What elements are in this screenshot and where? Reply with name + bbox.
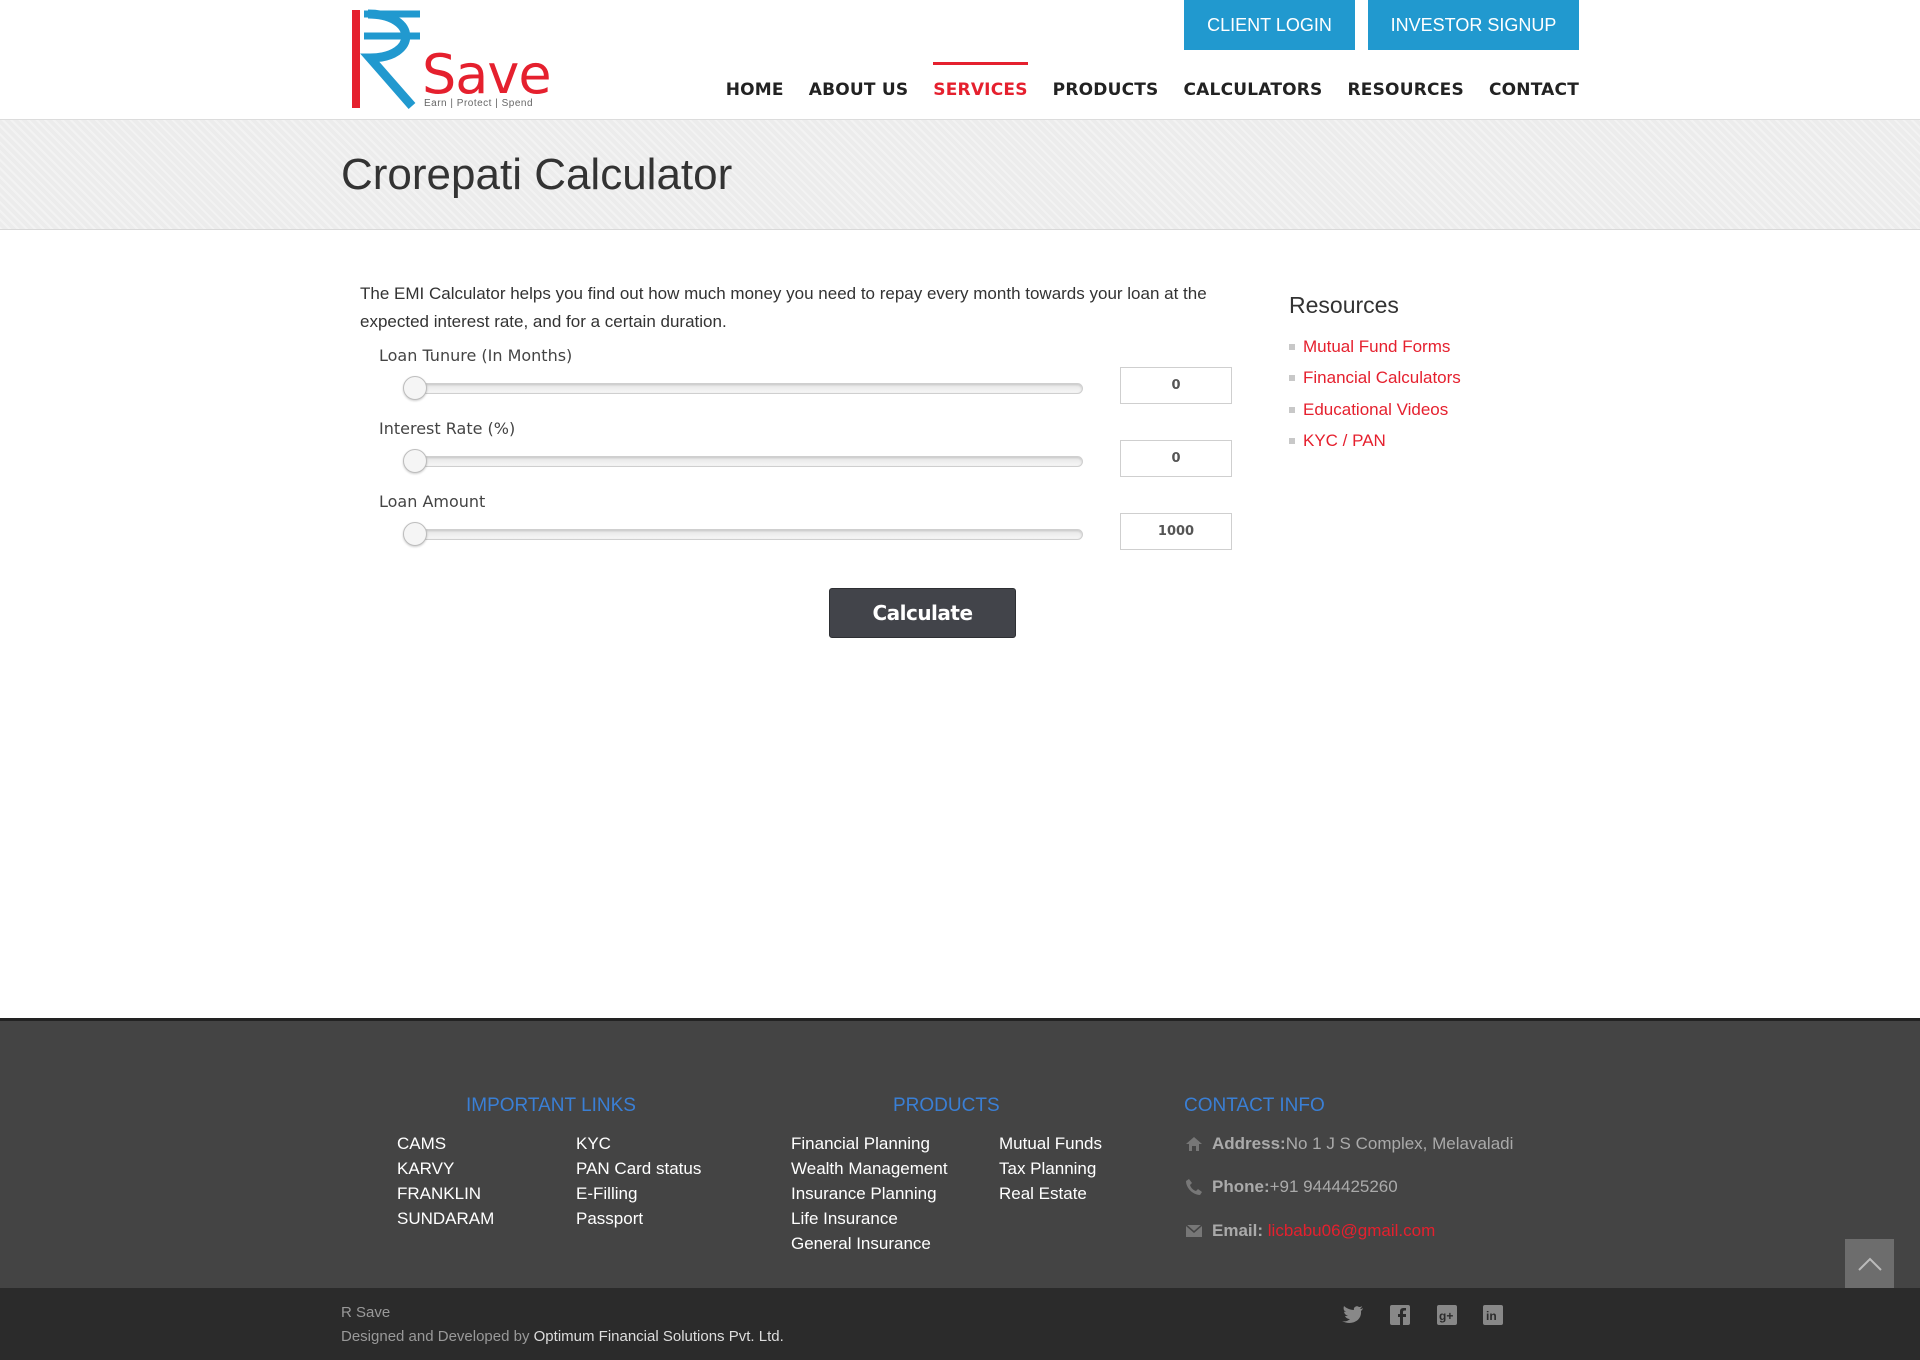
nav-about-us[interactable]: ABOUT US (809, 62, 909, 118)
designed-by-text: Designed and Developed by Optimum Financ… (341, 1328, 784, 1345)
interest-rate-input[interactable] (1120, 440, 1232, 477)
footer-link-mutual-funds[interactable]: Mutual Funds (999, 1134, 1102, 1154)
footer-link-life-insurance[interactable]: Life Insurance (791, 1209, 898, 1229)
page-title: Crorepati Calculator (341, 150, 733, 199)
footer-link-pan-card-status[interactable]: PAN Card status (576, 1159, 701, 1179)
loan-tenure-input[interactable] (1120, 367, 1232, 404)
bullet-icon (1289, 375, 1295, 382)
developer-link[interactable]: Optimum Financial Solutions Pvt. Ltd. (534, 1328, 784, 1345)
resource-link-kyc-pan[interactable]: KYC / PAN (1289, 426, 1461, 458)
loan-amount-input[interactable] (1120, 513, 1232, 550)
footer-link-sundaram[interactable]: SUNDARAM (397, 1209, 494, 1229)
nav-calculators[interactable]: CALCULATORS (1184, 62, 1323, 118)
site-header: Save Earn | Protect | Spend CLIENT LOGIN… (0, 0, 1920, 120)
address-label: Address: (1212, 1134, 1286, 1153)
investor-signup-button[interactable]: INVESTOR SIGNUP (1368, 0, 1579, 50)
email-link[interactable]: licbabu06@gmail.com (1268, 1221, 1436, 1241)
footer-link-passport[interactable]: Passport (576, 1209, 643, 1229)
site-logo[interactable]: Save Earn | Protect | Spend (340, 0, 590, 120)
resource-link-label: Financial Calculators (1303, 368, 1461, 388)
mail-icon (1184, 1221, 1204, 1241)
bullet-icon (1289, 438, 1295, 445)
bullet-icon (1289, 406, 1295, 413)
nav-resources[interactable]: RESOURCES (1348, 62, 1464, 118)
email-label: Email: (1212, 1221, 1264, 1240)
resource-link-label: Mutual Fund Forms (1303, 336, 1451, 356)
phone-label: Phone: (1212, 1177, 1270, 1196)
footer-important-links-heading: IMPORTANT LINKS (466, 1095, 636, 1116)
footer-link-general-insurance[interactable]: General Insurance (791, 1234, 931, 1254)
bullet-icon (1289, 343, 1295, 350)
footer-link-karvy[interactable]: KARVY (397, 1159, 454, 1179)
resource-link-label: Educational Videos (1303, 399, 1449, 419)
home-icon (1184, 1134, 1204, 1154)
address-value: No 1 J S Complex, Melavaladi (1285, 1134, 1514, 1153)
site-footer (0, 1018, 1920, 1288)
svg-text:in: in (1486, 1309, 1497, 1323)
copyright-text: R Save (341, 1304, 391, 1321)
loan-amount-label: Loan Amount (379, 492, 486, 511)
svg-text:g+: g+ (1439, 1309, 1453, 1323)
facebook-icon[interactable] (1389, 1304, 1411, 1326)
footer-email: Email: licbabu06@gmail.com (1184, 1221, 1435, 1241)
loan-amount-slider[interactable] (407, 529, 1083, 540)
resource-link-label: KYC / PAN (1303, 431, 1386, 451)
back-to-top-button[interactable] (1845, 1239, 1894, 1288)
google-plus-icon[interactable]: g+ (1436, 1304, 1458, 1326)
main-nav: HOME ABOUT US SERVICES PRODUCTS CALCULAT… (701, 62, 1579, 118)
footer-contact-heading: CONTACT INFO (1184, 1095, 1325, 1116)
footer-bottom-bar (0, 1288, 1920, 1360)
interest-rate-slider[interactable] (407, 456, 1083, 467)
resource-link-financial-calculators[interactable]: Financial Calculators (1289, 363, 1461, 395)
calculate-button[interactable]: Calculate (829, 588, 1016, 638)
footer-link-tax-planning[interactable]: Tax Planning (999, 1159, 1096, 1179)
loan-tenure-slider[interactable] (407, 383, 1083, 394)
footer-products-heading: PRODUCTS (893, 1095, 1000, 1116)
rupee-logo-icon (352, 9, 420, 109)
nav-services[interactable]: SERVICES (933, 62, 1029, 118)
intro-text: The EMI Calculator helps you find out ho… (360, 284, 1207, 331)
resources-heading: Resources (1289, 292, 1399, 318)
footer-link-wealth-management[interactable]: Wealth Management (791, 1159, 948, 1179)
nav-contact[interactable]: CONTACT (1489, 62, 1579, 118)
footer-link-financial-planning[interactable]: Financial Planning (791, 1134, 930, 1154)
client-login-button[interactable]: CLIENT LOGIN (1184, 0, 1355, 50)
interest-rate-label: Interest Rate (%) (379, 419, 516, 438)
footer-link-e-filling[interactable]: E-Filling (576, 1184, 637, 1204)
footer-address: Address: No 1 J S Complex, Melavaladi (1184, 1134, 1513, 1154)
interest-rate-slider-handle[interactable] (403, 449, 427, 473)
footer-link-real-estate[interactable]: Real Estate (999, 1184, 1087, 1204)
twitter-icon[interactable] (1342, 1304, 1364, 1326)
resource-link-mutual-fund-forms[interactable]: Mutual Fund Forms (1289, 331, 1461, 363)
logo-brand-text: Save (422, 43, 552, 106)
nav-home[interactable]: HOME (726, 62, 784, 118)
footer-link-insurance-planning[interactable]: Insurance Planning (791, 1184, 937, 1204)
footer-link-cams[interactable]: CAMS (397, 1134, 446, 1154)
footer-link-kyc[interactable]: KYC (576, 1134, 611, 1154)
resource-link-educational-videos[interactable]: Educational Videos (1289, 394, 1461, 426)
loan-tenure-slider-handle[interactable] (403, 376, 427, 400)
page-title-band (0, 120, 1920, 230)
designed-by-prefix: Designed and Developed by (341, 1328, 534, 1345)
phone-icon (1184, 1177, 1204, 1197)
chevron-up-icon (1857, 1257, 1882, 1271)
loan-amount-slider-handle[interactable] (403, 522, 427, 546)
phone-value: +91 9444425260 (1269, 1177, 1398, 1196)
logo-tagline: Earn | Protect | Spend (424, 98, 534, 109)
linkedin-icon[interactable]: in (1482, 1304, 1504, 1326)
nav-products[interactable]: PRODUCTS (1053, 62, 1159, 118)
footer-link-franklin[interactable]: FRANKLIN (397, 1184, 481, 1204)
resources-list: Mutual Fund Forms Financial Calculators … (1289, 331, 1461, 457)
loan-tenure-label: Loan Tunure (In Months) (379, 346, 573, 365)
footer-phone: Phone: +91 9444425260 (1184, 1177, 1398, 1197)
